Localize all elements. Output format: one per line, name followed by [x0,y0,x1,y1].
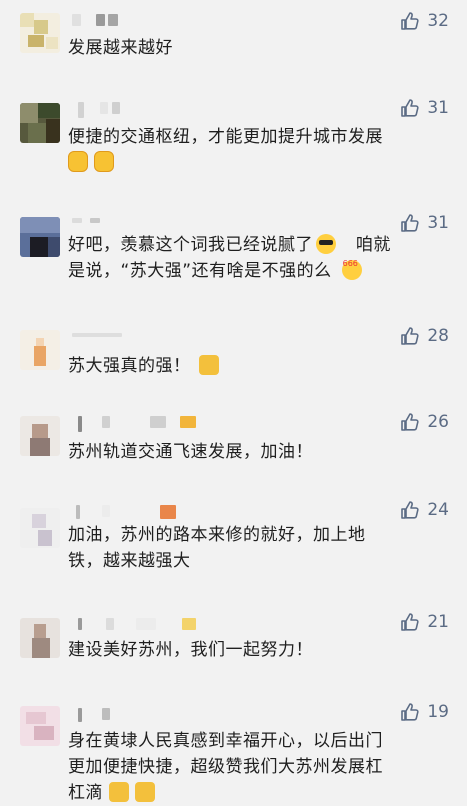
comment-line: 苏大强真的强！ [68,356,191,376]
nickname-blur [72,505,182,519]
thumbs-up-outline-icon [401,12,419,30]
thumbs-up-outline-icon [401,501,419,519]
like-count: 32 [427,11,449,31]
avatar[interactable] [20,618,60,658]
comment-text: 加油，苏州的路本来修的就好，加上地 铁，越来越强大 [68,522,453,574]
comment-line: 发展越来越好 [68,38,173,58]
nickname-blur [72,218,112,232]
666-emoji [341,251,362,280]
comment-line: 杠滴 [68,783,103,803]
thumbs-up-outline-icon [401,413,419,431]
thumbs-up-outline-icon [401,613,419,631]
comment-line: 苏州轨道交通飞速发展，加油！ [68,442,313,462]
like-button[interactable]: 32 [400,11,449,31]
nickname-blur [72,416,202,432]
comment-item: 31 好吧，羡慕这个词我已经说腻了 咱就 是说，“苏大强”还有啥是不强的么 [0,205,467,322]
like-button[interactable]: 31 [400,213,449,233]
thumbs-up-outline-icon [401,703,419,721]
comment-text: 苏大强真的强！ [68,353,453,379]
like-count: 26 [427,412,449,432]
avatar[interactable] [20,706,60,746]
avatar[interactable] [20,103,60,143]
comment-text: 便捷的交通枢纽，才能更加提升城市发展 [68,124,453,176]
like-count: 31 [427,98,449,118]
like-button[interactable]: 28 [400,326,449,346]
comment-item: 28 苏大强真的强！ [0,322,467,410]
comment-item: 24 加油，苏州的路本来修的就好，加上地 铁，越来越强大 [0,500,467,610]
comment-text: 建设美好苏州，我们一起努力！ [68,637,453,663]
nickname-blur [72,14,132,28]
comment-line: 便捷的交通枢纽，才能更加提升城市发展 [68,127,383,147]
comment-line: 加油，苏州的路本来修的就好，加上地 [68,525,366,545]
nickname-blur [72,618,212,632]
like-count: 24 [427,500,449,520]
thumbs-up-emoji [135,782,155,802]
like-count: 28 [427,326,449,346]
comment-list: 32 发展越来越好 31 便捷的交通枢纽，才能更加提升城市发展 31 好吧，羡慕… [0,0,467,803]
thumbs-up-outline-icon [401,99,419,117]
nickname-blur [72,102,132,118]
comment-item: 31 便捷的交通枢纽，才能更加提升城市发展 [0,90,467,205]
like-count: 21 [427,612,449,632]
nickname-blur [72,708,132,722]
nickname-blur [72,333,132,347]
thumbs-up-outline-icon [401,214,419,232]
comment-item: 26 苏州轨道交通飞速发展，加油！ [0,410,467,500]
avatar[interactable] [20,508,60,548]
comment-line: 咱就 [355,235,391,255]
comment-text: 发展越来越好 [68,35,453,61]
comment-text: 好吧，羡慕这个词我已经说腻了 咱就 是说，“苏大强”还有啥是不强的么 [68,232,453,284]
avatar[interactable] [20,416,60,456]
like-count: 19 [427,702,449,722]
comment-line: 建设美好苏州，我们一起努力！ [68,640,313,660]
thumbs-up-emoji [198,355,219,375]
comment-line: 是说，“苏大强”还有啥是不强的么 [68,261,332,281]
like-button[interactable]: 24 [400,500,449,520]
fist-emoji [94,151,114,172]
comment-text: 身在黄埭人民真感到幸福开心，以后出门 更加便捷快捷，超级赞我们大苏州发展杠 杠滴 [68,728,453,806]
comment-line: 身在黄埭人民真感到幸福开心，以后出门 [68,731,383,751]
thumbs-up-outline-icon [401,327,419,345]
like-button[interactable]: 31 [400,98,449,118]
like-button[interactable]: 26 [400,412,449,432]
avatar[interactable] [20,13,60,53]
fist-emoji [68,151,88,172]
comment-text: 苏州轨道交通飞速发展，加油！ [68,439,453,465]
comment-item: 19 身在黄埭人民真感到幸福开心，以后出门 更加便捷快捷，超级赞我们大苏州发展杠… [0,700,467,803]
thumbs-up-emoji [109,782,129,802]
comment-item: 32 发展越来越好 [0,0,467,90]
comment-line: 好吧，羡慕这个词我已经说腻了 [68,235,313,255]
cool-emoji [316,234,336,254]
avatar[interactable] [20,330,60,370]
like-count: 31 [427,213,449,233]
comment-line: 更加便捷快捷，超级赞我们大苏州发展杠 [68,757,383,777]
avatar[interactable] [20,217,60,257]
comment-line: 铁，越来越强大 [68,551,191,571]
comment-item: 21 建设美好苏州，我们一起努力！ [0,610,467,700]
like-button[interactable]: 19 [400,702,449,722]
like-button[interactable]: 21 [400,612,449,632]
